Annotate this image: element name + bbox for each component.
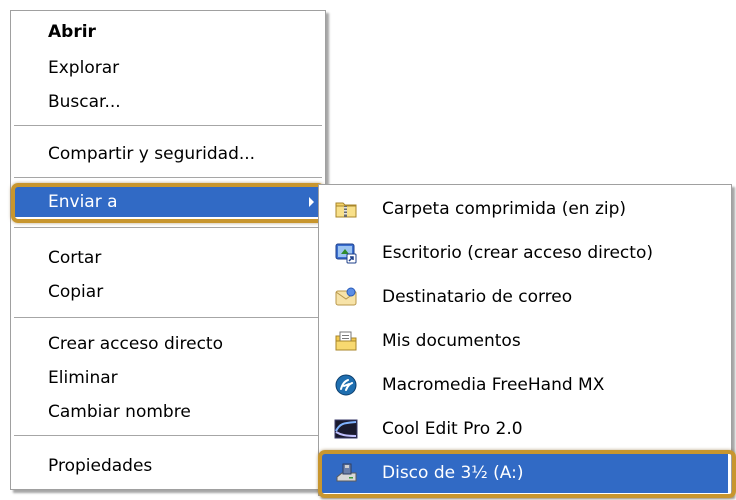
desktop-icon (334, 241, 358, 265)
menu-item-explorar[interactable]: Explorar (14, 53, 322, 83)
floppy-drive-icon (334, 461, 358, 485)
my-documents-icon (334, 329, 358, 353)
submenu-item-label: Carpeta comprimida (en zip) (382, 199, 627, 219)
menu-item-compartir-y-seguridad[interactable]: Compartir y seguridad... (14, 139, 322, 169)
context-menu: Abrir Explorar Buscar... Compartir y seg… (10, 10, 326, 490)
menu-separator (14, 435, 322, 436)
zip-folder-icon (334, 197, 358, 221)
menu-separator (14, 227, 322, 228)
cool-edit-icon (334, 417, 358, 441)
submenu-item-mail-recipient[interactable]: Destinatario de correo (322, 277, 728, 317)
submenu-arrow-icon (309, 197, 314, 207)
menu-separator (14, 317, 322, 318)
send-to-submenu: Carpeta comprimida (en zip) Escritorio (… (318, 184, 732, 496)
submenu-item-label: Escritorio (crear acceso directo) (382, 243, 653, 263)
menu-item-crear-acceso-directo[interactable]: Crear acceso directo (14, 329, 322, 359)
submenu-item-label: Mis documentos (382, 331, 521, 351)
menu-item-enviar-a[interactable]: Enviar a (14, 187, 322, 217)
submenu-item-freehand[interactable]: Macromedia FreeHand MX (322, 365, 728, 405)
freehand-icon (334, 373, 358, 397)
menu-item-propiedades[interactable]: Propiedades (14, 451, 322, 481)
mail-recipient-icon (334, 285, 358, 309)
menu-item-cortar[interactable]: Cortar (14, 243, 322, 273)
submenu-item-label: Disco de 3½ (A:) (382, 463, 524, 483)
menu-item-buscar[interactable]: Buscar... (14, 87, 322, 117)
menu-item-label: Enviar a (48, 192, 118, 212)
submenu-item-cool-edit[interactable]: Cool Edit Pro 2.0 (322, 409, 728, 449)
submenu-item-label: Cool Edit Pro 2.0 (382, 419, 523, 439)
menu-item-abrir[interactable]: Abrir (14, 17, 322, 47)
submenu-item-label: Macromedia FreeHand MX (382, 375, 605, 395)
submenu-item-my-documents[interactable]: Mis documentos (322, 321, 728, 361)
menu-item-copiar[interactable]: Copiar (14, 277, 322, 307)
menu-item-eliminar[interactable]: Eliminar (14, 363, 322, 393)
submenu-item-floppy-drive[interactable]: Disco de 3½ (A:) (322, 453, 728, 493)
menu-separator (14, 177, 322, 178)
submenu-item-zip-folder[interactable]: Carpeta comprimida (en zip) (322, 189, 728, 229)
menu-separator (14, 125, 322, 126)
submenu-item-desktop[interactable]: Escritorio (crear acceso directo) (322, 233, 728, 273)
menu-item-cambiar-nombre[interactable]: Cambiar nombre (14, 397, 322, 427)
submenu-item-label: Destinatario de correo (382, 287, 573, 307)
